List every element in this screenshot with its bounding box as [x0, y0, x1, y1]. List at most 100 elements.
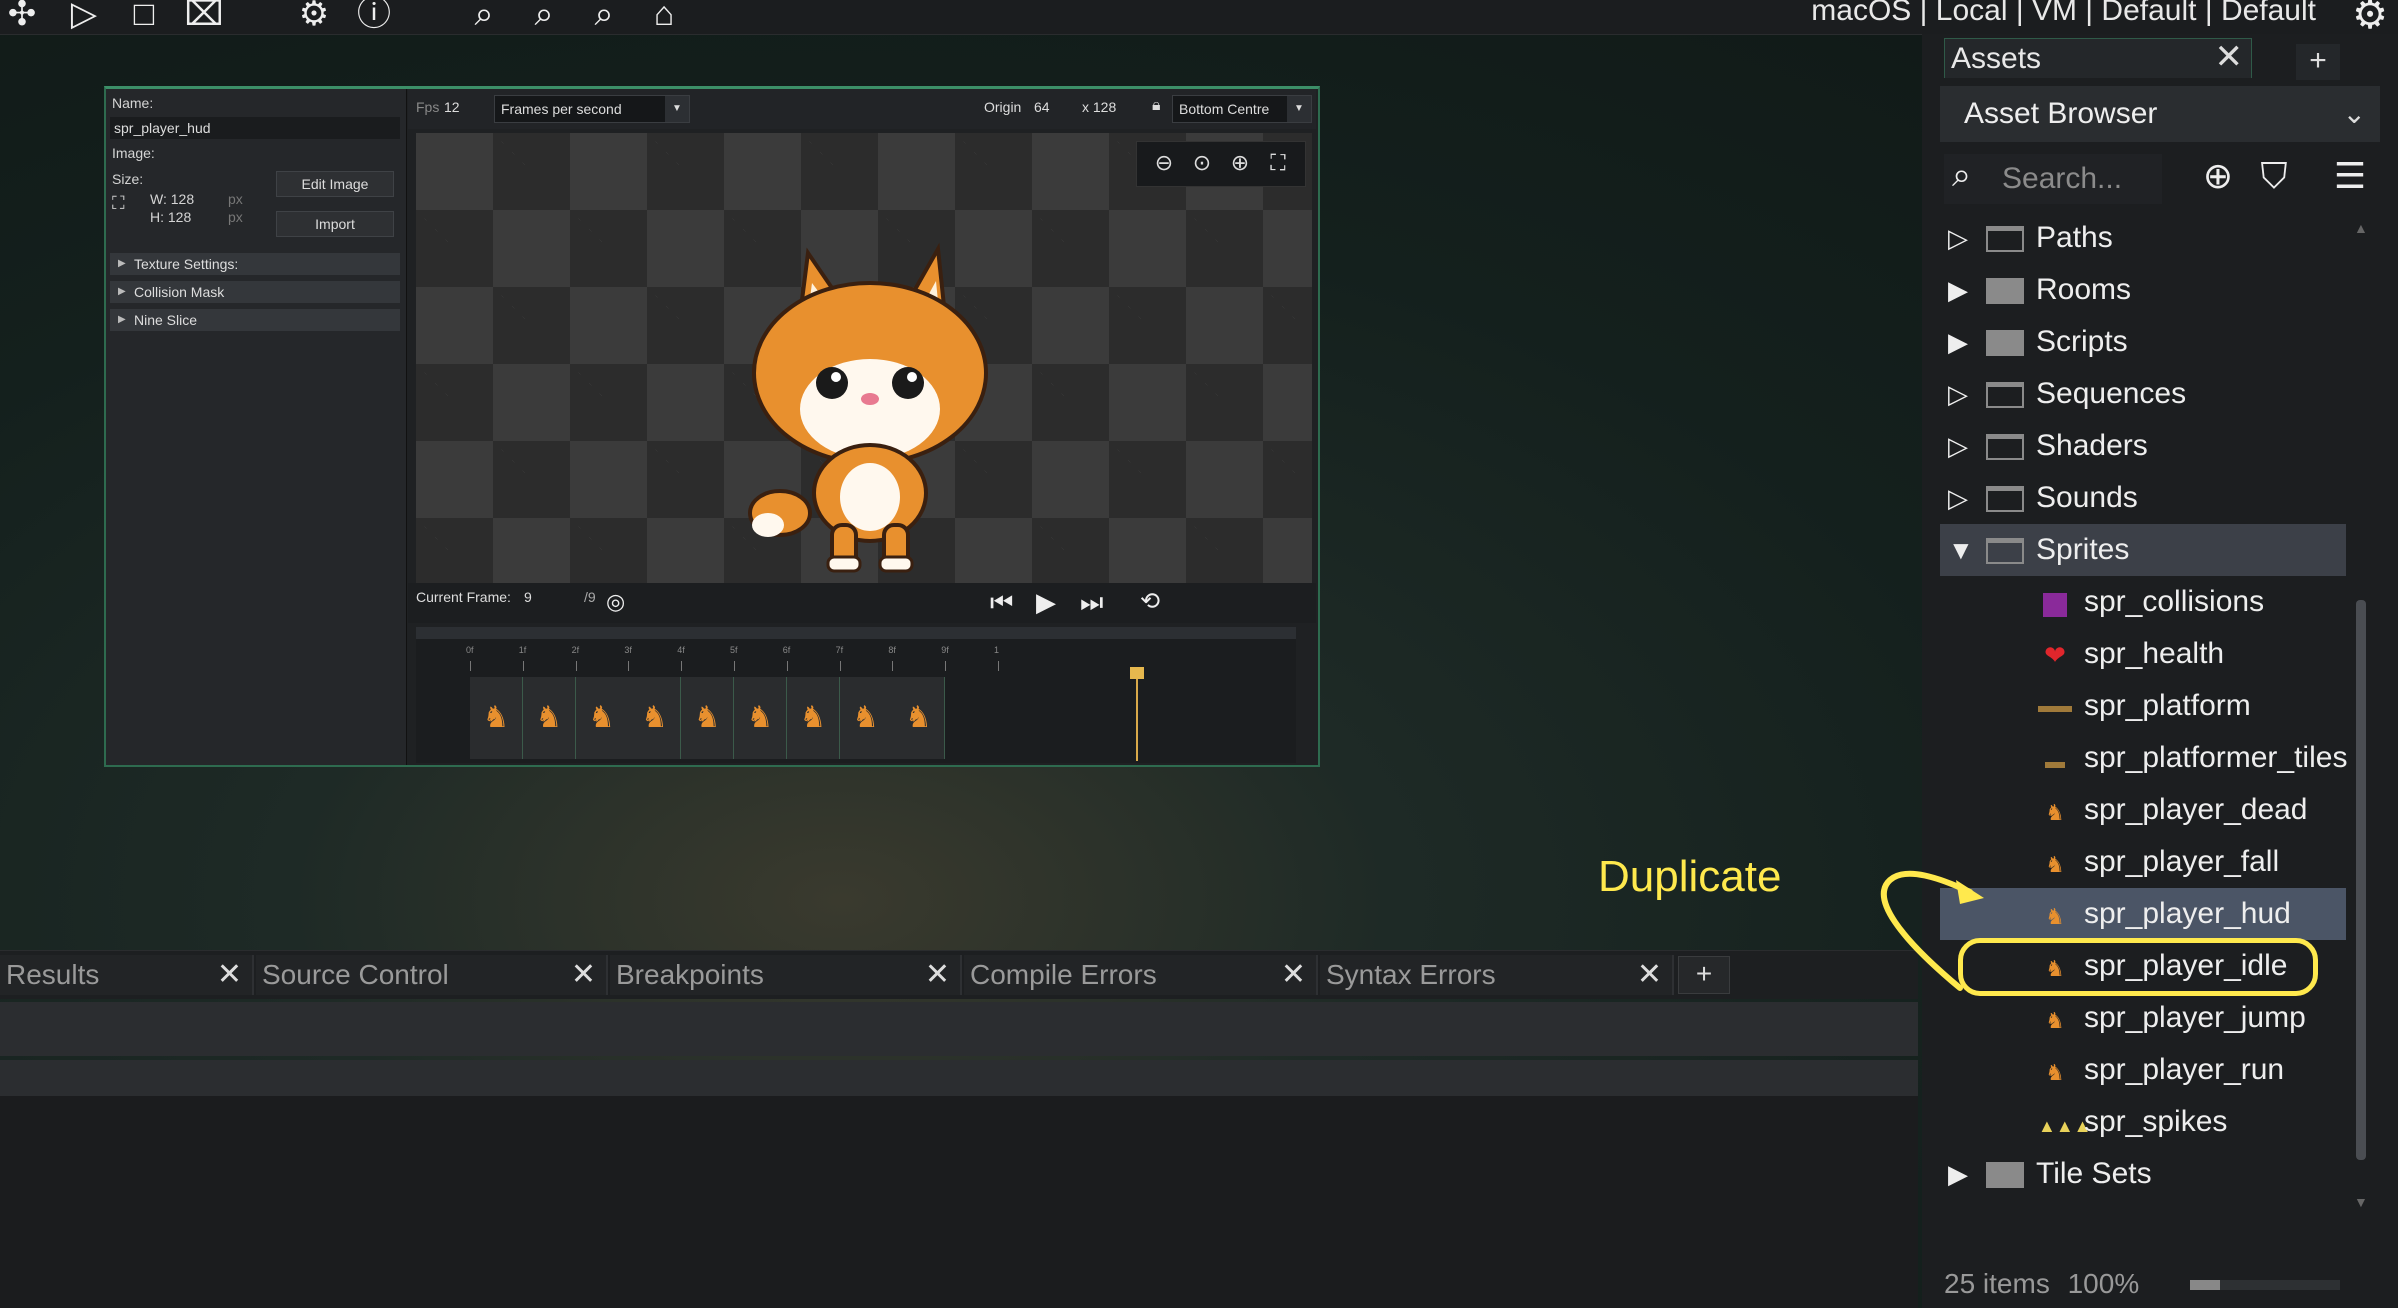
zoom-in-icon[interactable]: ⌕ [582, 0, 626, 34]
fullscreen-icon[interactable]: ⛶ [1263, 150, 1293, 178]
add-tab-button[interactable]: + [1678, 956, 1730, 994]
asset-item[interactable]: spr_platform [1940, 680, 2346, 732]
build-icon[interactable]: ✣ [0, 0, 44, 34]
zoom-in-icon[interactable]: ⊕ [1225, 150, 1255, 178]
origin-x-value[interactable]: 64 [1034, 99, 1050, 115]
texture-settings-section[interactable]: ▶ Texture Settings: [110, 253, 400, 275]
close-icon[interactable]: ✕ [2215, 37, 2244, 77]
gear-icon[interactable]: ⚙ [2348, 0, 2392, 37]
add-asset-icon[interactable]: ⊕ [2196, 154, 2240, 198]
asset-label: spr_health [2084, 637, 2225, 670]
tab-breakpoints[interactable]: Breakpoints ✕ [610, 955, 962, 995]
asset-folder[interactable]: ▶ Tile Sets [1940, 1148, 2346, 1200]
collision-mask-section[interactable]: ▶ Collision Mask [110, 281, 400, 303]
current-frame-value[interactable]: 9 [524, 589, 532, 605]
close-icon[interactable]: ✕ [217, 955, 242, 995]
close-icon[interactable]: ✕ [925, 955, 950, 995]
lock-icon[interactable]: 🔒︎ [1152, 97, 1161, 115]
tab-syntax-errors[interactable]: Syntax Errors ✕ [1320, 955, 1674, 995]
tab-assets[interactable]: Assets ✕ [1944, 38, 2252, 78]
zoom-reset-icon[interactable]: ⊙ [1187, 150, 1217, 178]
asset-folder[interactable]: ▷ Sounds [1940, 472, 2346, 524]
frame-thumbnail[interactable]: ♞ [470, 677, 523, 759]
zoom-slider-handle[interactable] [2190, 1280, 2220, 1290]
loop-icon[interactable]: ⟲ [1140, 587, 1160, 617]
zoom-out-icon[interactable]: ⌕ [462, 0, 506, 34]
frame-thumbnail[interactable]: ♞ [786, 677, 840, 759]
onion-skin-icon[interactable]: ◎ [606, 587, 625, 617]
edit-image-button[interactable]: Edit Image [276, 171, 394, 197]
fps-value[interactable]: 12 [444, 99, 460, 115]
tab-compile-errors[interactable]: Compile Errors ✕ [964, 955, 1318, 995]
tab-results[interactable]: Results ✕ [0, 955, 254, 995]
frame-thumbnail[interactable]: ♞ [681, 677, 735, 759]
asset-item[interactable]: ❤ spr_health [1940, 628, 2346, 680]
frame-thumbnail[interactable]: ♞ [734, 677, 787, 759]
origin-y-value[interactable]: x 128 [1082, 99, 1116, 115]
scroll-down-icon[interactable]: ▼ [2354, 1194, 2368, 1210]
frame-timeline[interactable]: 0f 1f 2f 3f 4f 5f 6f 7f 8f 9f 1 ♞ ♞ ♞ ♞ ♞ ♞ ♞ ♞ ♞ [416, 627, 1296, 763]
fox-sprite-preview [748, 242, 988, 573]
resize-icon[interactable]: ⛶ [112, 193, 125, 214]
add-panel-button[interactable]: + [2296, 44, 2340, 80]
collapsed-arrow-icon[interactable]: ▷ [1948, 420, 1968, 472]
frame-thumbnail[interactable]: ♞ [575, 677, 629, 759]
origin-preset-dropdown[interactable]: Bottom Centre ▼ [1172, 95, 1312, 123]
close-icon[interactable]: ✕ [571, 955, 596, 995]
frame-thumbnail[interactable]: ♞ [892, 677, 946, 759]
skip-start-icon[interactable]: ⏮ [990, 587, 1013, 617]
tab-source-control[interactable]: Source Control ✕ [256, 955, 608, 995]
asset-item[interactable]: ♞ spr_player_hud [1940, 888, 2346, 940]
asset-folder[interactable]: ▷ Shaders [1940, 420, 2346, 472]
asset-item[interactable]: ▲▲▲ spr_spikes [1940, 1096, 2346, 1148]
close-icon[interactable]: ✕ [1281, 955, 1306, 995]
zoom-reset-icon[interactable]: ⌕ [522, 0, 566, 34]
asset-item[interactable]: ♞ spr_player_run [1940, 1044, 2346, 1096]
asset-item[interactable]: ♞ spr_player_fall [1940, 836, 2346, 888]
sprite-canvas[interactable]: ⊖ ⊙ ⊕ ⛶ [416, 133, 1312, 583]
asset-folder[interactable]: ▶ Scripts [1940, 316, 2346, 368]
collapsed-arrow-icon[interactable]: ▷ [1948, 212, 1968, 264]
zoom-out-icon[interactable]: ⊖ [1149, 150, 1179, 178]
collapsed-arrow-icon[interactable]: ▶ [1948, 1148, 1968, 1200]
asset-label: Sequences [2036, 377, 2187, 410]
asset-folder[interactable]: ▼ Sprites [1940, 524, 2346, 576]
frame-thumbnail[interactable]: ♞ [522, 677, 576, 759]
nine-slice-section[interactable]: ▶ Nine Slice [110, 309, 400, 331]
device-icon[interactable]: ⌂ [642, 0, 686, 34]
collapsed-arrow-icon[interactable]: ▶ [1948, 264, 1968, 316]
collapsed-arrow-icon[interactable]: ▷ [1948, 472, 1968, 524]
info-icon[interactable]: ⓘ [352, 0, 396, 34]
asset-item[interactable]: spr_collisions [1940, 576, 2346, 628]
skip-end-icon[interactable]: ⏭ [1080, 587, 1103, 617]
settings-icon[interactable]: ⚙ [292, 0, 336, 34]
menu-icon[interactable]: ☰ [2328, 154, 2372, 198]
filter-icon[interactable]: ⛉ [2252, 154, 2296, 198]
fps-mode-dropdown[interactable]: Frames per second ▼ [494, 95, 690, 123]
asset-item[interactable]: ▬ spr_platformer_tiles [1940, 732, 2347, 784]
import-button[interactable]: Import [276, 211, 394, 237]
asset-item[interactable]: ♞ spr_player_jump [1940, 992, 2346, 1044]
target-selector[interactable]: macOS | Local | VM | Default | Default [1811, 0, 2316, 28]
asset-folder[interactable]: ▷ Sequences [1940, 368, 2346, 420]
scrollbar-thumb[interactable] [2356, 600, 2366, 1160]
asset-folder[interactable]: ▶ Rooms [1940, 264, 2346, 316]
scroll-up-icon[interactable]: ▲ [2354, 220, 2368, 236]
asset-browser-header[interactable]: Asset Browser ⌄ [1940, 86, 2380, 142]
clean-icon[interactable]: ⌧ [182, 0, 226, 34]
expanded-arrow-icon[interactable]: ▼ [1948, 524, 1974, 576]
height-unit: px [228, 209, 243, 225]
sprite-name-field[interactable]: spr_player_hud [110, 117, 400, 139]
collapsed-arrow-icon[interactable]: ▶ [1948, 316, 1968, 368]
asset-search-input[interactable]: ⌕ Search... [1944, 154, 2162, 204]
play-icon[interactable]: ▶ [1036, 587, 1056, 617]
asset-folder[interactable]: ▷ Paths [1940, 212, 2346, 264]
frame-thumbnail[interactable]: ♞ [839, 677, 893, 759]
stop-icon[interactable]: □ [122, 0, 166, 34]
collapsed-arrow-icon[interactable]: ▷ [1948, 368, 1968, 420]
close-icon[interactable]: ✕ [1637, 955, 1662, 995]
play-icon[interactable]: ▷ [62, 0, 106, 34]
asset-item[interactable]: ♞ spr_player_dead [1940, 784, 2346, 836]
width-unit: px [228, 191, 243, 207]
frame-thumbnail[interactable]: ♞ [628, 677, 682, 759]
